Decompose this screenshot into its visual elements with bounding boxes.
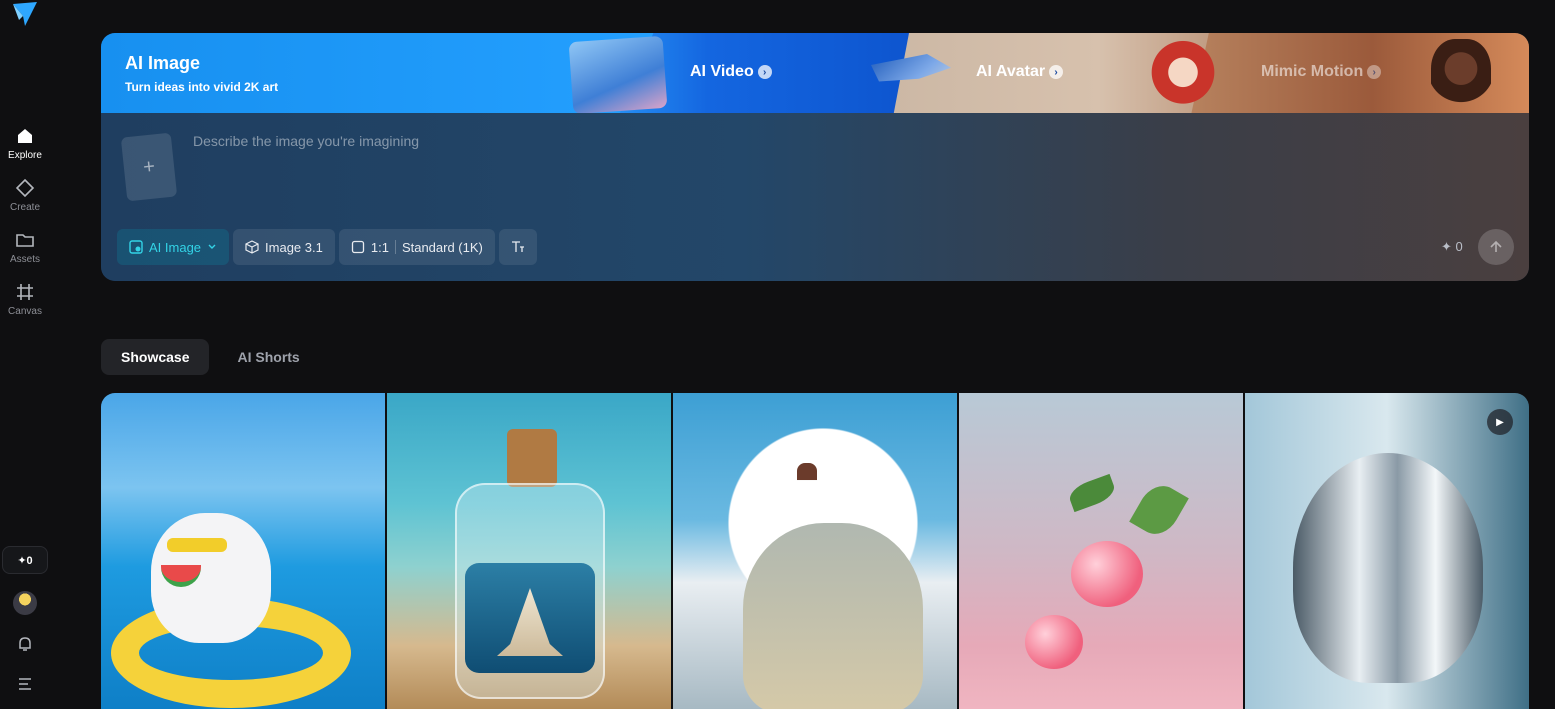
tab-label: AI Avatar (976, 63, 1046, 80)
prompt-area: + AI Image Image 3.1 1:1 Standard (1K) (101, 113, 1529, 281)
generate-button[interactable] (1478, 229, 1514, 265)
upload-image-button[interactable]: + (120, 132, 178, 202)
tab-mimic-motion[interactable]: Mimic Motion › (1261, 63, 1382, 81)
menu-icon[interactable] (17, 676, 33, 697)
mode-dropdown[interactable]: AI Image (117, 229, 230, 265)
avatar-girl-thumbnail (1151, 39, 1215, 113)
anime-girl (797, 463, 817, 511)
arrow-up-icon (1490, 240, 1502, 252)
gallery-card[interactable]: ▶ (1245, 393, 1529, 709)
tab-label: AI Video (690, 63, 754, 80)
cherry (1071, 541, 1143, 607)
text-size-icon (511, 241, 524, 252)
text-style-button[interactable] (498, 229, 537, 265)
gallery-card[interactable] (101, 393, 385, 709)
gallery-card[interactable] (959, 393, 1243, 709)
chrome-tulip (1293, 453, 1483, 683)
credits-badge[interactable]: ✦0 (2, 546, 48, 574)
ratio-quality-selector[interactable]: 1:1 Standard (1K) (338, 229, 495, 265)
gallery-card[interactable] (387, 393, 671, 709)
section-tabs: Showcase AI Shorts (101, 339, 320, 375)
tab-title: AI Image (125, 53, 201, 73)
cherry-leaf (1066, 473, 1118, 513)
prompt-input[interactable] (193, 129, 1193, 153)
mimic-man-thumbnail (1431, 39, 1491, 113)
mode-label: AI Image (149, 239, 202, 255)
gallery-card[interactable] (673, 393, 957, 709)
nav-create[interactable]: Create (0, 178, 50, 213)
chevron-right-icon: › (757, 65, 772, 79)
nav-label: Canvas (8, 306, 42, 317)
crop-icon (17, 284, 33, 300)
whale-thumbnail (568, 35, 668, 115)
nav-label: Explore (8, 150, 42, 161)
sunglasses (167, 538, 227, 552)
tab-subtitle: Turn ideas into vivid 2K art (125, 80, 279, 94)
model-selector[interactable]: Image 3.1 (233, 229, 335, 265)
tab-label: Mimic Motion (1261, 63, 1364, 80)
nav-assets[interactable]: Assets (0, 230, 50, 265)
product-tabs: AI Image Turn ideas into vivid 2K art AI… (101, 33, 1529, 115)
chevron-right-icon: › (1367, 65, 1382, 79)
cork (507, 429, 557, 487)
quality-label: Standard (1K) (401, 239, 483, 255)
tab-showcase[interactable]: Showcase (101, 339, 210, 375)
giant-cat (743, 523, 923, 709)
home-icon (18, 129, 32, 143)
cherry-leaf (1129, 478, 1189, 542)
chevron-down-icon (208, 244, 216, 249)
generation-toolbar: AI Image Image 3.1 1:1 Standard (1K) (117, 229, 537, 265)
play-icon[interactable]: ▶ (1487, 409, 1513, 435)
nav-label: Create (9, 202, 40, 213)
chevron-right-icon: › (1049, 65, 1064, 79)
folder-icon (16, 234, 34, 247)
tab-ai-video[interactable]: AI Video › (690, 63, 772, 81)
model-label: Image 3.1 (265, 239, 323, 255)
tab-ai-shorts[interactable]: AI Shorts (217, 339, 319, 375)
app-logo-icon[interactable] (11, 0, 39, 28)
cube-icon (245, 240, 259, 254)
showcase-gallery: ▶ (101, 393, 1529, 709)
credit-cost: ✦ 0 (1441, 239, 1463, 254)
aspect-ratio-icon (351, 240, 365, 254)
hero-panel: AI Image Turn ideas into vivid 2K art AI… (101, 33, 1529, 281)
nav-label: Assets (9, 254, 40, 265)
sidebar: Explore Create Assets Canvas ✦0 (0, 0, 50, 709)
cherry (1025, 615, 1083, 669)
ratio-label: 1:1 (370, 239, 389, 255)
diamond-icon (15, 178, 35, 198)
nav-canvas[interactable]: Canvas (0, 282, 50, 317)
avatar[interactable] (13, 591, 37, 615)
divider (394, 240, 396, 254)
nav-explore[interactable]: Explore (0, 126, 50, 161)
bell-icon[interactable] (16, 635, 34, 658)
plus-icon: + (141, 154, 156, 179)
tab-ai-avatar[interactable]: AI Avatar › (976, 63, 1064, 81)
image-mode-icon (129, 240, 143, 254)
